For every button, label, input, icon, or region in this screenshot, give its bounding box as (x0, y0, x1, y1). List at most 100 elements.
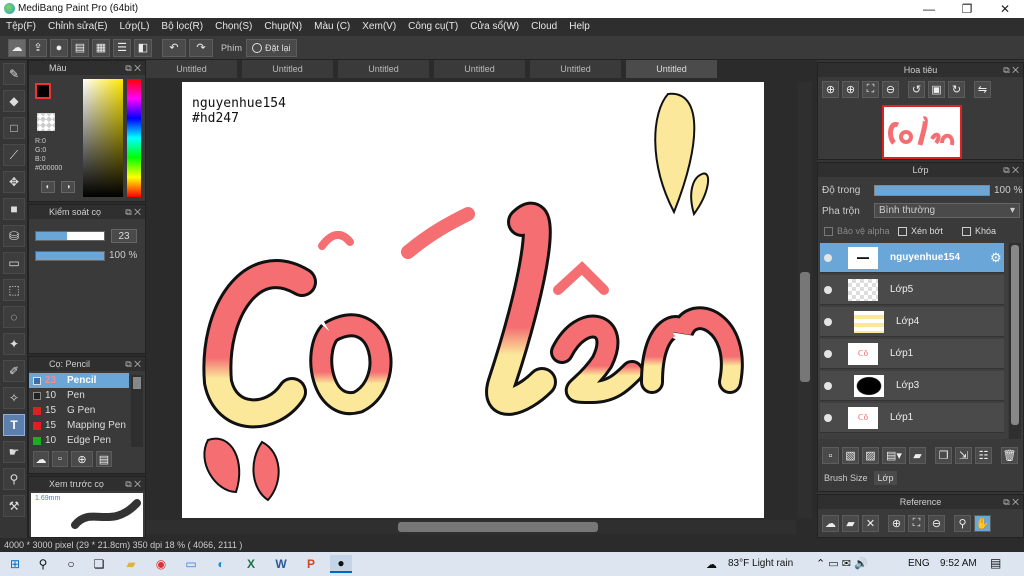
lasso-icon[interactable]: ◌ (3, 306, 25, 328)
new-8bit-layer-icon[interactable]: ▨ (862, 447, 879, 464)
visibility-icon[interactable] (824, 350, 832, 358)
menu-file[interactable]: Tệp(F) (0, 18, 42, 36)
cloud-icon[interactable]: ☁ (8, 38, 26, 57)
visibility-icon[interactable] (824, 286, 832, 294)
layer-row[interactable]: ᑕô Lớp1 (820, 403, 1004, 433)
clipping-checkbox[interactable] (898, 226, 907, 236)
delete-layer-icon[interactable]: 🗑 (1001, 447, 1018, 464)
ref-eyedropper-icon[interactable]: ⚲ (954, 515, 971, 532)
brush-size-slider[interactable] (35, 231, 105, 241)
file-explorer-icon[interactable]: ▰ (122, 555, 140, 573)
visibility-icon[interactable] (824, 414, 832, 422)
open-folder-icon[interactable]: ▰ (842, 515, 859, 532)
menu-help[interactable]: Help (563, 18, 596, 36)
monitor-icon[interactable]: ▭ (182, 555, 200, 573)
vertical-scrollbar[interactable] (798, 82, 812, 518)
layer-scrollbar[interactable] (1009, 243, 1021, 439)
rotate-left-icon[interactable]: ↺ (908, 81, 925, 98)
doc-tab[interactable]: Untitled (434, 60, 526, 78)
line-tool-icon[interactable]: ⟋ (3, 144, 25, 166)
fill-rect-tool-icon[interactable]: ■ (3, 198, 25, 220)
hand-tool-icon[interactable]: ⚒ (3, 495, 25, 517)
select-rect-icon[interactable]: ⬚ (3, 279, 25, 301)
cloud-reference-icon[interactable]: ☁ (822, 515, 839, 532)
zoom-out-icon[interactable]: ⊖ (882, 81, 899, 98)
tab-layer[interactable]: Lớp (873, 471, 898, 485)
panel-icon[interactable]: ▤ (71, 38, 89, 57)
folder-icon[interactable]: ▰ (909, 447, 926, 464)
language-indicator[interactable]: ENG (908, 558, 930, 569)
blend-mode-select[interactable]: Bình thường ▾ (874, 203, 1020, 218)
layer-row[interactable]: ᑕô Lớp1 (820, 339, 1004, 369)
ref-zoom-in-icon[interactable]: ⊕ (888, 515, 905, 532)
doc-tab-active[interactable]: Untitled (626, 60, 718, 78)
hue-slider[interactable] (127, 79, 141, 197)
chrome-icon[interactable]: ◉ (152, 555, 170, 573)
brush-tool-icon[interactable]: ✎ (3, 63, 25, 85)
zoom-in-icon[interactable]: ⊕ (822, 81, 839, 98)
brush-item[interactable]: 15 G Pen (29, 403, 129, 418)
color-history-icon[interactable]: ◑ (61, 181, 75, 193)
comment-icon[interactable]: ● (50, 38, 68, 57)
menu-cloud[interactable]: Cloud (525, 18, 563, 36)
layout-icon[interactable]: ◧ (134, 38, 152, 57)
brush-item[interactable]: 10 Pen (29, 388, 129, 403)
palette-icon[interactable]: ◐ (41, 181, 55, 193)
menu-edit[interactable]: Chỉnh sửa(E) (42, 18, 114, 36)
layer-row[interactable]: ▬▬ nguyenhue154 ⚙ (820, 243, 1004, 273)
menu-capture[interactable]: Chụp(N) (258, 18, 308, 36)
primary-color-swatch[interactable] (35, 83, 51, 99)
lock-option[interactable]: Khóa (962, 226, 996, 236)
layer-row[interactable]: Lớp4 (820, 307, 1004, 337)
ref-zoom-out-icon[interactable]: ⊖ (928, 515, 945, 532)
magic-wand-icon[interactable]: ✦ (3, 333, 25, 355)
menu-tools[interactable]: Công cụ(T) (402, 18, 464, 36)
eyedropper-icon[interactable]: ⚲ (3, 468, 25, 490)
alpha-protect-option[interactable]: Bảo vệ alpha (824, 226, 890, 236)
navigator-thumbnail[interactable] (882, 105, 962, 159)
ref-fit-icon[interactable]: ⛶ (908, 515, 925, 532)
bucket-tool-icon[interactable]: ⛁ (3, 225, 25, 247)
lock-checkbox[interactable] (962, 226, 971, 236)
visibility-icon[interactable] (824, 382, 832, 390)
medibang-taskbar-icon[interactable]: ● (330, 555, 352, 573)
panel-controls-icon[interactable]: ⧉ ✕ (125, 205, 141, 219)
menu-color[interactable]: Màu (C) (308, 18, 356, 36)
close-button[interactable]: ✕ (988, 0, 1022, 18)
layer-row[interactable]: Lớp3 (820, 371, 1004, 401)
word-icon[interactable]: W (272, 555, 290, 573)
brush-list-scrollbar[interactable] (131, 375, 143, 447)
tray-icons[interactable]: ⌃ ▭ ✉ 🔊 (816, 557, 868, 570)
doc-tab[interactable]: Untitled (530, 60, 622, 78)
redo-icon[interactable]: ↷ (189, 38, 213, 57)
menu-layer[interactable]: Lớp(L) (114, 18, 156, 36)
new-brush-icon[interactable]: ▫ (52, 451, 68, 467)
weather-text[interactable]: 83°F Light rain (728, 558, 793, 569)
drawing-canvas[interactable]: nguyenhue154 #hd247 (182, 82, 764, 518)
grid-icon[interactable]: ▦ (92, 38, 110, 57)
tab-brush-size[interactable]: Brush Size (820, 471, 872, 485)
menu-filter[interactable]: Bộ lọc(R) (155, 18, 209, 36)
excel-icon[interactable]: X (242, 555, 260, 573)
doc-tab[interactable]: Untitled (242, 60, 334, 78)
panel-controls-icon[interactable]: ⧉ ✕ (1003, 63, 1019, 77)
edge-icon[interactable]: ◐ (212, 555, 230, 573)
saturation-value-picker[interactable] (83, 79, 123, 197)
brush-size-value[interactable]: 23 (111, 229, 137, 243)
reset-button[interactable]: Đặt lại (246, 38, 297, 57)
powerpoint-icon[interactable]: P (302, 555, 320, 573)
panel-controls-icon[interactable]: ⧉ ✕ (125, 357, 141, 371)
select-pen-icon[interactable]: ✐ (3, 360, 25, 382)
gradient-tool-icon[interactable]: ▭ (3, 252, 25, 274)
brush-item[interactable]: 10 Edge Pen (29, 433, 129, 447)
new-halftone-layer-icon[interactable]: ▧ (842, 447, 859, 464)
panel-controls-icon[interactable]: ⧉ ✕ (125, 61, 141, 75)
menu-view[interactable]: Xem(V) (356, 18, 402, 36)
windows-start-icon[interactable]: ⊞ (6, 555, 24, 573)
clock[interactable]: 9:52 AM (940, 558, 977, 569)
flip-icon[interactable]: ⇋ (974, 81, 991, 98)
alpha-protect-checkbox[interactable] (824, 226, 833, 236)
panel-controls-icon[interactable]: ⧉ ✕ (1003, 495, 1019, 509)
doc-tab[interactable]: Untitled (338, 60, 430, 78)
doc-tab[interactable]: Untitled (146, 60, 238, 78)
